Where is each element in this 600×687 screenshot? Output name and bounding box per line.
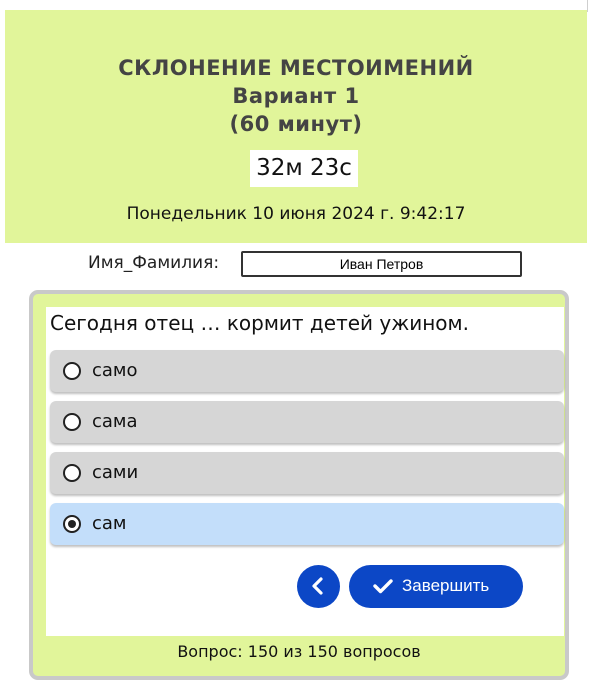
answer-option-3[interactable]: сами	[50, 452, 564, 494]
title-line-variant: Вариант 1	[232, 84, 360, 108]
finish-button-label: Завершить	[402, 576, 490, 595]
student-name-label: Имя_Фамилия:	[88, 253, 220, 273]
header-panel: СКЛОНЕНИЕ МЕСТОИМЕНИЙ Вариант 1 (60 мину…	[5, 10, 587, 243]
radio-dot	[68, 520, 76, 528]
radio-button-checked[interactable]	[63, 515, 81, 533]
answer-option-4[interactable]: сам	[50, 503, 564, 545]
quiz-panel: Сегодня отец … кормит детей ужином. само…	[29, 290, 569, 680]
previous-question-button[interactable]	[297, 565, 340, 608]
student-name-row: Имя_Фамилия:	[0, 251, 600, 277]
question-counter: Вопрос: 150 из 150 вопросов	[177, 642, 421, 661]
question-text: Сегодня отец … кормит детей ужином.	[50, 311, 469, 335]
answer-option-label: сами	[92, 462, 139, 483]
current-datetime: Понедельник 10 июня 2024 г. 9:42:17	[126, 204, 466, 224]
quiz-page: СКЛОНЕНИЕ МЕСТОИМЕНИЙ Вариант 1 (60 мину…	[0, 0, 600, 687]
answer-option-1[interactable]: само	[50, 350, 564, 392]
title-line-topic: СКЛОНЕНИЕ МЕСТОИМЕНИЙ	[118, 56, 474, 80]
radio-button[interactable]	[63, 362, 81, 380]
radio-button[interactable]	[63, 464, 81, 482]
chevron-left-icon	[312, 577, 323, 595]
radio-button[interactable]	[63, 413, 81, 431]
answer-option-label: сам	[92, 513, 127, 534]
countdown-timer: 32м 23с	[250, 150, 358, 187]
student-name-input[interactable]	[241, 251, 522, 277]
answer-option-label: сама	[92, 411, 138, 432]
answer-option-2[interactable]: сама	[50, 401, 564, 443]
answer-option-label: само	[92, 360, 138, 381]
finish-button[interactable]: Завершить	[349, 565, 523, 608]
page-title: СКЛОНЕНИЕ МЕСТОИМЕНИЙ Вариант 1 (60 мину…	[5, 54, 587, 138]
check-icon	[373, 579, 393, 594]
title-line-duration: (60 минут)	[229, 112, 363, 136]
question-card: Сегодня отец … кормит детей ужином. само…	[46, 307, 564, 636]
scrollbar[interactable]	[587, 0, 600, 12]
